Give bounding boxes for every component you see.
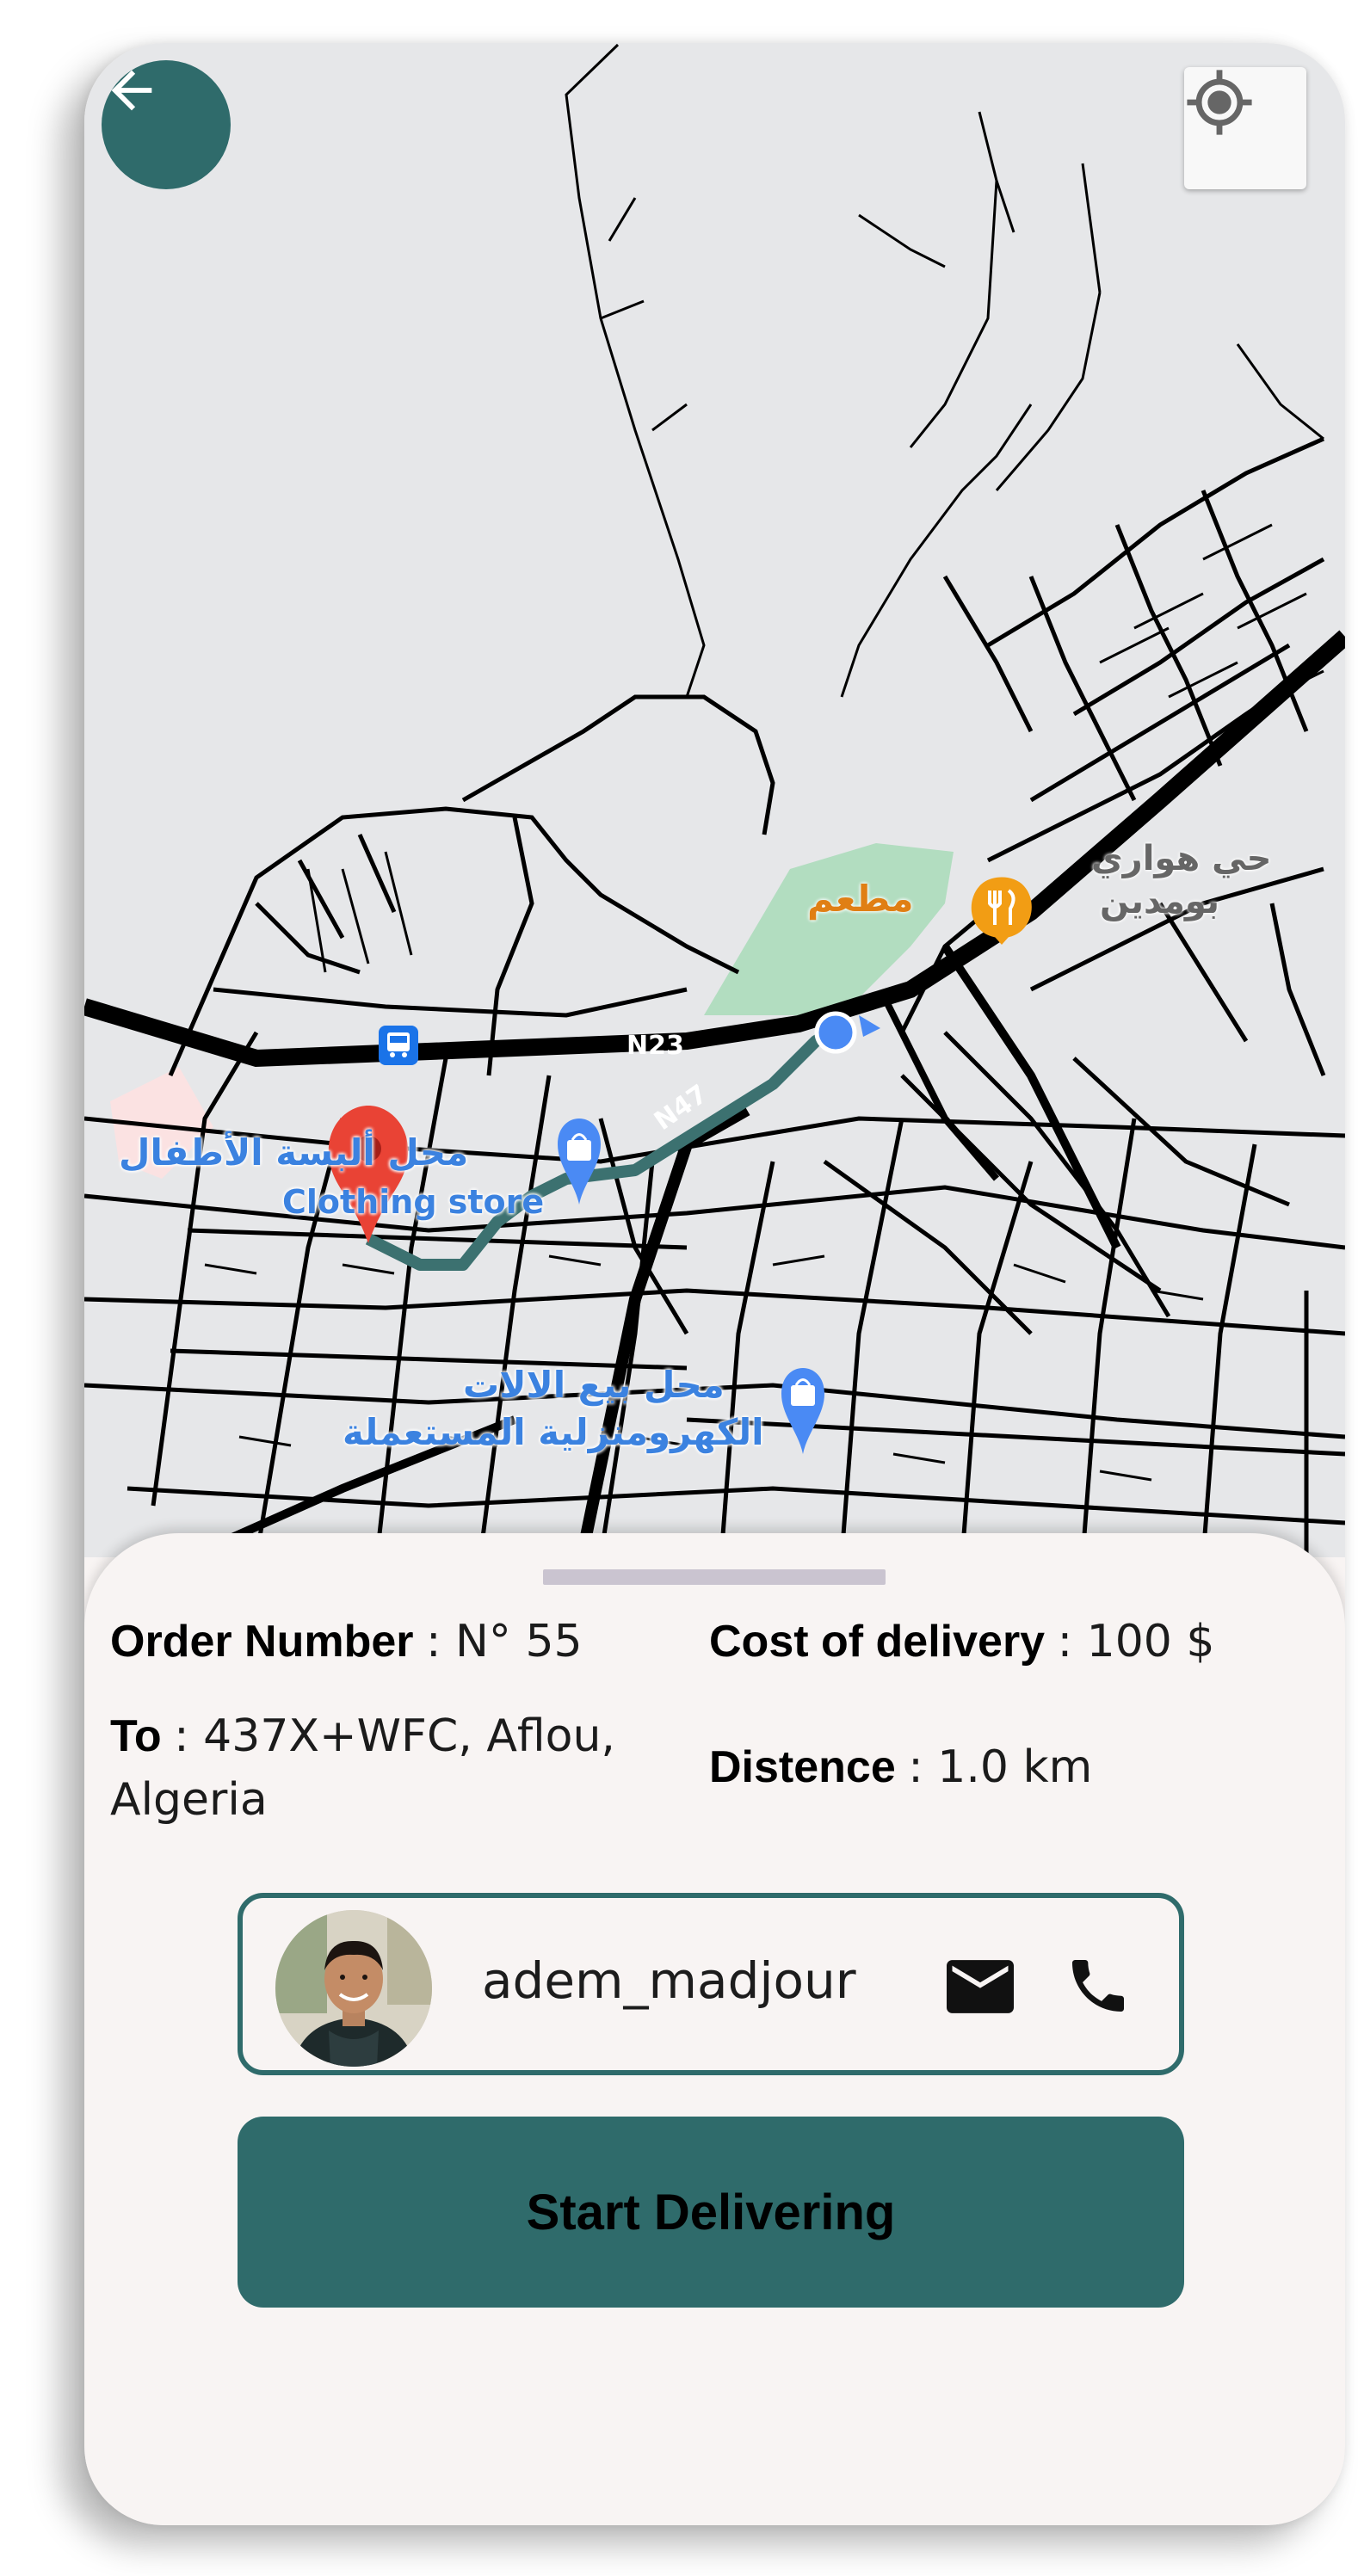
distance-value: : 1.0 km xyxy=(908,1741,1093,1793)
mail-icon xyxy=(947,1960,1014,2013)
call-button[interactable] xyxy=(1064,1951,1133,2020)
phone-frame: محل ألبسة الأطفال Clothing store مطعم حي… xyxy=(84,43,1345,2525)
shopping-bag-icon xyxy=(558,1119,601,1205)
my-location-icon xyxy=(1187,70,1252,135)
poi-clothing-ar: محل ألبسة الأطفال xyxy=(119,1131,469,1174)
destination-address-line2: Algeria xyxy=(110,1774,268,1826)
poi-clothing-en: Clothing store xyxy=(282,1183,545,1221)
delivery-cost-label: Cost of delivery xyxy=(709,1617,1046,1667)
current-location-dot xyxy=(814,1011,857,1054)
district-label-1: حي هواري xyxy=(1091,839,1272,878)
destination-address: To : 437X+WFC, Aflou, xyxy=(110,1710,615,1762)
distance-label: Distence xyxy=(709,1742,896,1792)
order-details-sheet: Order Number : N° 55 Cost of delivery : … xyxy=(84,1533,1345,2525)
order-number-label: Order Number xyxy=(110,1617,414,1667)
road-label-n23: N23 xyxy=(627,1031,684,1061)
poi-restaurant: مطعم xyxy=(807,878,914,920)
customer-contact-card: adem_madjour xyxy=(238,1893,1184,2075)
delivery-cost-value: : 100 $ xyxy=(1057,1616,1215,1667)
delivery-cost: Cost of delivery : 100 $ xyxy=(709,1616,1214,1667)
back-button[interactable] xyxy=(102,60,231,189)
poi-electronics-1: محل بيع الالات xyxy=(463,1364,725,1406)
mail-button[interactable] xyxy=(947,1957,1014,2017)
destination-value-line2: Algeria xyxy=(110,1774,268,1826)
avatar-photo xyxy=(275,1910,432,2067)
map-view[interactable]: محل ألبسة الأطفال Clothing store مطعم حي… xyxy=(84,43,1345,1557)
order-number-value: : N° 55 xyxy=(425,1616,583,1667)
bus-icon xyxy=(379,1026,418,1065)
customer-username: adem_madjour xyxy=(482,1951,856,2010)
start-delivering-button[interactable]: Start Delivering xyxy=(238,2117,1184,2308)
my-location-button[interactable] xyxy=(1184,67,1306,189)
order-number: Order Number : N° 55 xyxy=(110,1616,583,1667)
map-streets xyxy=(84,43,1345,1557)
arrow-left-icon xyxy=(111,70,152,111)
poi-electronics-2: الكهرومنزلية المستعملة xyxy=(343,1411,764,1453)
phone-icon xyxy=(1072,1960,1124,2012)
avatar[interactable] xyxy=(275,1910,432,2067)
district-label-2: بومدين xyxy=(1100,882,1219,921)
shopping-bag-icon-2 xyxy=(781,1368,824,1454)
drag-handle[interactable] xyxy=(543,1569,886,1585)
destination-label: To xyxy=(110,1711,162,1761)
distance: Distence : 1.0 km xyxy=(709,1741,1092,1793)
destination-value-line1: : 437X+WFC, Aflou, xyxy=(174,1710,615,1762)
